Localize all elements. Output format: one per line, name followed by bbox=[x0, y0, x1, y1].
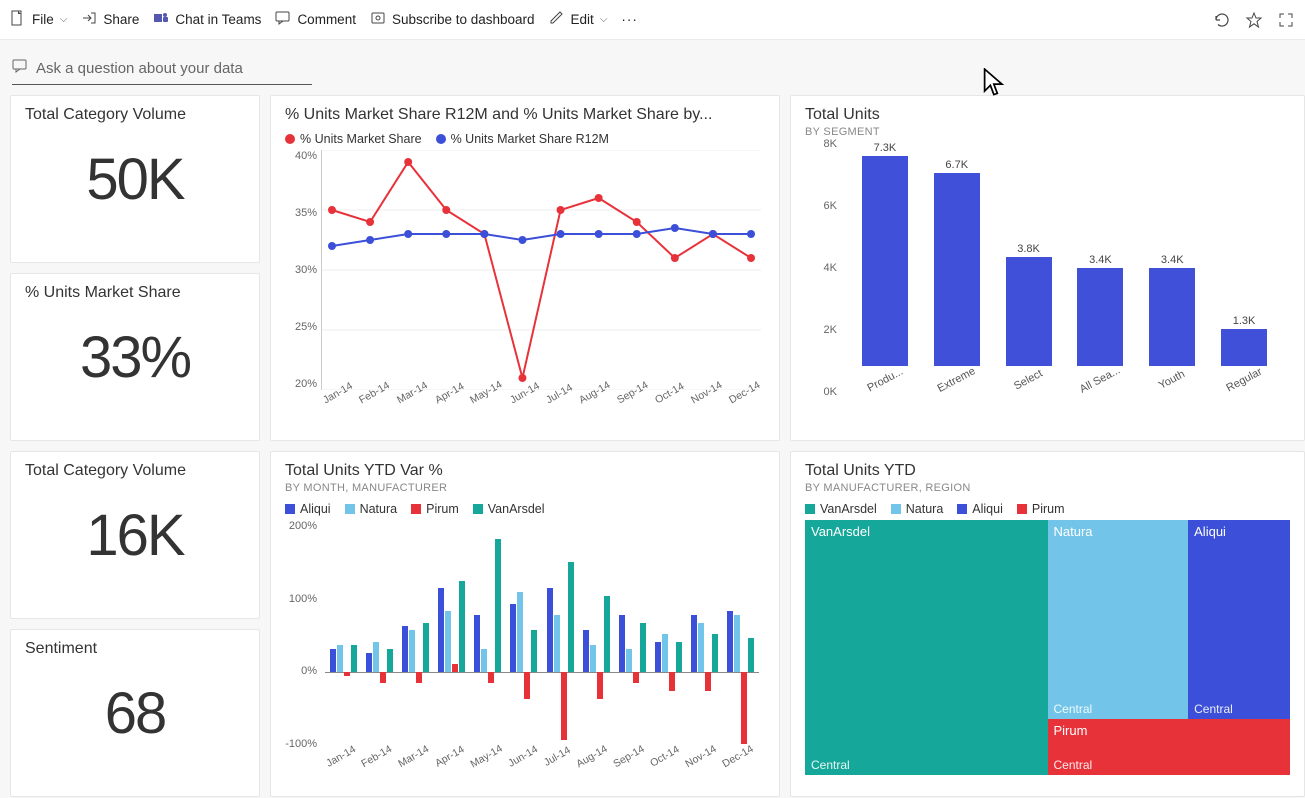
kpi-units-market-share[interactable]: % Units Market Share 33% bbox=[10, 273, 260, 441]
block-sublabel: Central bbox=[1054, 758, 1093, 772]
kpi-title: Total Category Volume bbox=[25, 462, 245, 480]
more-menu[interactable]: ··· bbox=[621, 12, 638, 27]
chat-teams-button[interactable]: Chat in Teams bbox=[153, 10, 261, 29]
kpi-title: Total Category Volume bbox=[25, 106, 245, 124]
block-label: Natura bbox=[1054, 524, 1093, 539]
cursor-icon bbox=[983, 68, 1007, 98]
chart-legend: % Units Market Share % Units Market Shar… bbox=[285, 132, 765, 146]
qna-placeholder: Ask a question about your data bbox=[36, 60, 243, 77]
comment-label: Comment bbox=[297, 12, 356, 27]
chart-total-units-ytd[interactable]: Total Units YTD By Manufacturer, Region … bbox=[790, 451, 1305, 797]
block-sublabel: Central bbox=[1194, 702, 1233, 716]
chart-ytd-var[interactable]: Total Units YTD Var % By Month, Manufact… bbox=[270, 451, 780, 797]
y-axis: 8K6K4K2K0K bbox=[805, 138, 837, 398]
block-label: Aliqui bbox=[1194, 524, 1226, 539]
edit-menu[interactable]: Edit ⌵ bbox=[549, 10, 608, 29]
treemap-block-pirum[interactable]: Pirum Central bbox=[1048, 719, 1291, 775]
kpi-total-category-volume-2[interactable]: Total Category Volume 16K bbox=[10, 451, 260, 619]
treemap-block-aliqui[interactable]: Aliqui Central bbox=[1188, 520, 1290, 719]
treemap-block-natura[interactable]: Natura Central bbox=[1048, 520, 1189, 719]
legend-label: % Units Market Share R12M bbox=[451, 132, 609, 146]
block-sublabel: Central bbox=[811, 758, 850, 772]
legend-item: % Units Market Share bbox=[285, 132, 422, 146]
plot-area bbox=[321, 150, 761, 390]
chart-body: 40%35%30%25%20% Jan-14Feb-14Mar-14Apr-14… bbox=[285, 150, 765, 410]
legend-dot-blue bbox=[436, 134, 446, 144]
kpi-value: 68 bbox=[25, 680, 245, 747]
chart-body: 200%100%0%-100% Jan-14Feb-14Mar-14Apr-14… bbox=[285, 520, 765, 770]
file-menu[interactable]: File ⌵ bbox=[10, 10, 67, 29]
bars-area: 7.3KProdu...6.7KExtreme3.8KSelect3.4KAll… bbox=[849, 138, 1280, 386]
treemap-area: VanArsdel Central Natura Central Aliqui … bbox=[805, 520, 1290, 775]
chart-subtitle: By Segment bbox=[805, 126, 1290, 138]
toolbar: File ⌵ Share Chat in Teams Comment Subsc… bbox=[0, 0, 1305, 40]
share-label: Share bbox=[103, 12, 139, 27]
edit-label: Edit bbox=[571, 12, 594, 27]
kpi-value: 50K bbox=[25, 146, 245, 213]
share-button[interactable]: Share bbox=[81, 10, 139, 29]
share-icon bbox=[81, 10, 97, 29]
kpi-title: Sentiment bbox=[25, 640, 245, 658]
treemap-block-vanarsdel[interactable]: VanArsdel Central bbox=[805, 520, 1048, 775]
kpi-total-category-volume-1[interactable]: Total Category Volume 50K bbox=[10, 95, 260, 263]
fullscreen-icon[interactable] bbox=[1277, 11, 1295, 29]
kpi-title: % Units Market Share bbox=[25, 284, 245, 302]
subscribe-icon bbox=[370, 10, 386, 29]
chart-total-units-segment[interactable]: Total Units By Segment 8K6K4K2K0K 7.3KPr… bbox=[790, 95, 1305, 441]
chart-title: % Units Market Share R12M and % Units Ma… bbox=[285, 106, 765, 124]
chart-body: 8K6K4K2K0K 7.3KProdu...6.7KExtreme3.8KSe… bbox=[805, 138, 1290, 418]
bars-area bbox=[325, 520, 759, 748]
kpi-value: 16K bbox=[25, 502, 245, 569]
chat-label: Chat in Teams bbox=[175, 12, 261, 27]
qna-input[interactable]: Ask a question about your data bbox=[12, 54, 312, 85]
dashboard-grid: Total Category Volume 50K % Units Market… bbox=[0, 95, 1305, 798]
teams-icon bbox=[153, 10, 169, 29]
kpi-sentiment[interactable]: Sentiment 68 bbox=[10, 629, 260, 797]
pencil-icon bbox=[549, 10, 565, 29]
file-label: File bbox=[32, 12, 54, 27]
chart-subtitle: By Manufacturer, Region bbox=[805, 482, 1290, 494]
chart-legend: AliquiNaturaPirumVanArsdel bbox=[285, 502, 765, 516]
block-label: Pirum bbox=[1054, 723, 1088, 738]
comment-icon bbox=[275, 10, 291, 29]
favorite-icon[interactable] bbox=[1245, 11, 1263, 29]
kpi-value: 33% bbox=[25, 324, 245, 391]
legend-label: % Units Market Share bbox=[300, 132, 422, 146]
file-icon bbox=[10, 10, 26, 29]
chevron-down-icon: ⌵ bbox=[600, 14, 608, 25]
chart-title: Total Units bbox=[805, 106, 1290, 124]
block-label: VanArsdel bbox=[811, 524, 870, 539]
chart-market-share-line[interactable]: % Units Market Share R12M and % Units Ma… bbox=[270, 95, 780, 441]
chart-title: Total Units YTD Var % bbox=[285, 462, 765, 480]
comment-button[interactable]: Comment bbox=[275, 10, 356, 29]
y-axis: 40%35%30%25%20% bbox=[285, 150, 317, 390]
chart-subtitle: By Month, Manufacturer bbox=[285, 482, 765, 494]
chevron-down-icon: ⌵ bbox=[60, 14, 68, 25]
y-axis: 200%100%0%-100% bbox=[285, 520, 317, 750]
chart-title: Total Units YTD bbox=[805, 462, 1290, 480]
subscribe-label: Subscribe to dashboard bbox=[392, 12, 535, 27]
comment-icon bbox=[12, 58, 28, 78]
x-axis: Jan-14Feb-14Mar-14Apr-14May-14Jun-14Jul-… bbox=[321, 390, 761, 410]
chart-legend: VanArsdelNaturaAliquiPirum bbox=[805, 502, 1290, 516]
refresh-icon[interactable] bbox=[1213, 11, 1231, 29]
subscribe-button[interactable]: Subscribe to dashboard bbox=[370, 10, 535, 29]
x-axis: Jan-14Feb-14Mar-14Apr-14May-14Jun-14Jul-… bbox=[325, 750, 759, 770]
legend-dot-red bbox=[285, 134, 295, 144]
legend-item: % Units Market Share R12M bbox=[436, 132, 609, 146]
block-sublabel: Central bbox=[1054, 702, 1093, 716]
